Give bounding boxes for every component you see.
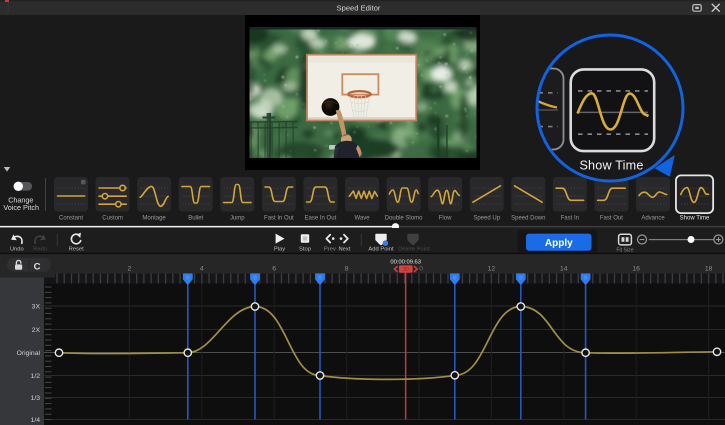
svg-text:8: 8: [345, 266, 349, 273]
svg-text:1/3: 1/3: [31, 395, 41, 402]
svg-text:Reset: Reset: [69, 247, 85, 253]
svg-text:Fast In Out: Fast In Out: [264, 215, 294, 221]
svg-text:3X: 3X: [32, 303, 41, 310]
svg-text:C: C: [34, 262, 41, 273]
svg-text:Bullet: Bullet: [188, 215, 203, 221]
svg-text:Speed Editor: Speed Editor: [337, 4, 381, 13]
svg-text:Next: Next: [338, 247, 350, 253]
svg-text:Custom: Custom: [102, 215, 123, 221]
svg-text:Show Time: Show Time: [579, 158, 643, 172]
svg-text:Flow: Flow: [439, 215, 452, 221]
svg-text:6: 6: [272, 266, 276, 273]
svg-text:Redo: Redo: [33, 247, 47, 253]
svg-text:1/4: 1/4: [31, 417, 41, 424]
svg-text:00:00:09.63: 00:00:09.63: [390, 259, 421, 265]
svg-text:1/2: 1/2: [31, 373, 41, 380]
svg-text:Stop: Stop: [299, 247, 311, 253]
svg-text:Apply: Apply: [545, 238, 573, 249]
svg-text:Fast Out: Fast Out: [600, 215, 623, 221]
svg-text:Speed Up: Speed Up: [473, 215, 500, 221]
svg-text:Jump: Jump: [230, 215, 245, 221]
svg-text:12: 12: [488, 266, 496, 273]
svg-text:Advance: Advance: [641, 215, 665, 221]
svg-text:Ease In Out: Ease In Out: [305, 215, 337, 221]
svg-text:Speed Down: Speed Down: [511, 215, 545, 221]
svg-text:Play: Play: [274, 247, 285, 253]
svg-text:Add Point: Add Point: [368, 247, 394, 253]
svg-text:Delete Point: Delete Point: [398, 247, 430, 253]
svg-text:Fast In: Fast In: [561, 215, 579, 221]
svg-text:4: 4: [200, 266, 204, 273]
svg-text:Show Time: Show Time: [680, 215, 710, 221]
svg-text:16: 16: [632, 266, 640, 273]
svg-text:0: 0: [419, 266, 423, 273]
svg-text:14: 14: [560, 266, 568, 273]
svg-text:Constant: Constant: [59, 215, 83, 221]
svg-text:Prev: Prev: [324, 247, 336, 253]
svg-text:18: 18: [705, 266, 713, 273]
svg-text:30: 30: [403, 267, 409, 273]
svg-text:Double Slomo: Double Slomo: [385, 215, 423, 221]
svg-text:Undo: Undo: [10, 247, 24, 253]
svg-text:Original: Original: [17, 350, 41, 357]
svg-text:2: 2: [128, 266, 132, 273]
svg-text:2X: 2X: [32, 327, 41, 334]
svg-text:Wave: Wave: [354, 215, 370, 221]
svg-text:Voice Pitch: Voice Pitch: [3, 203, 39, 212]
svg-text:Fit Size: Fit Size: [616, 248, 633, 254]
svg-text:Montage: Montage: [142, 215, 166, 221]
